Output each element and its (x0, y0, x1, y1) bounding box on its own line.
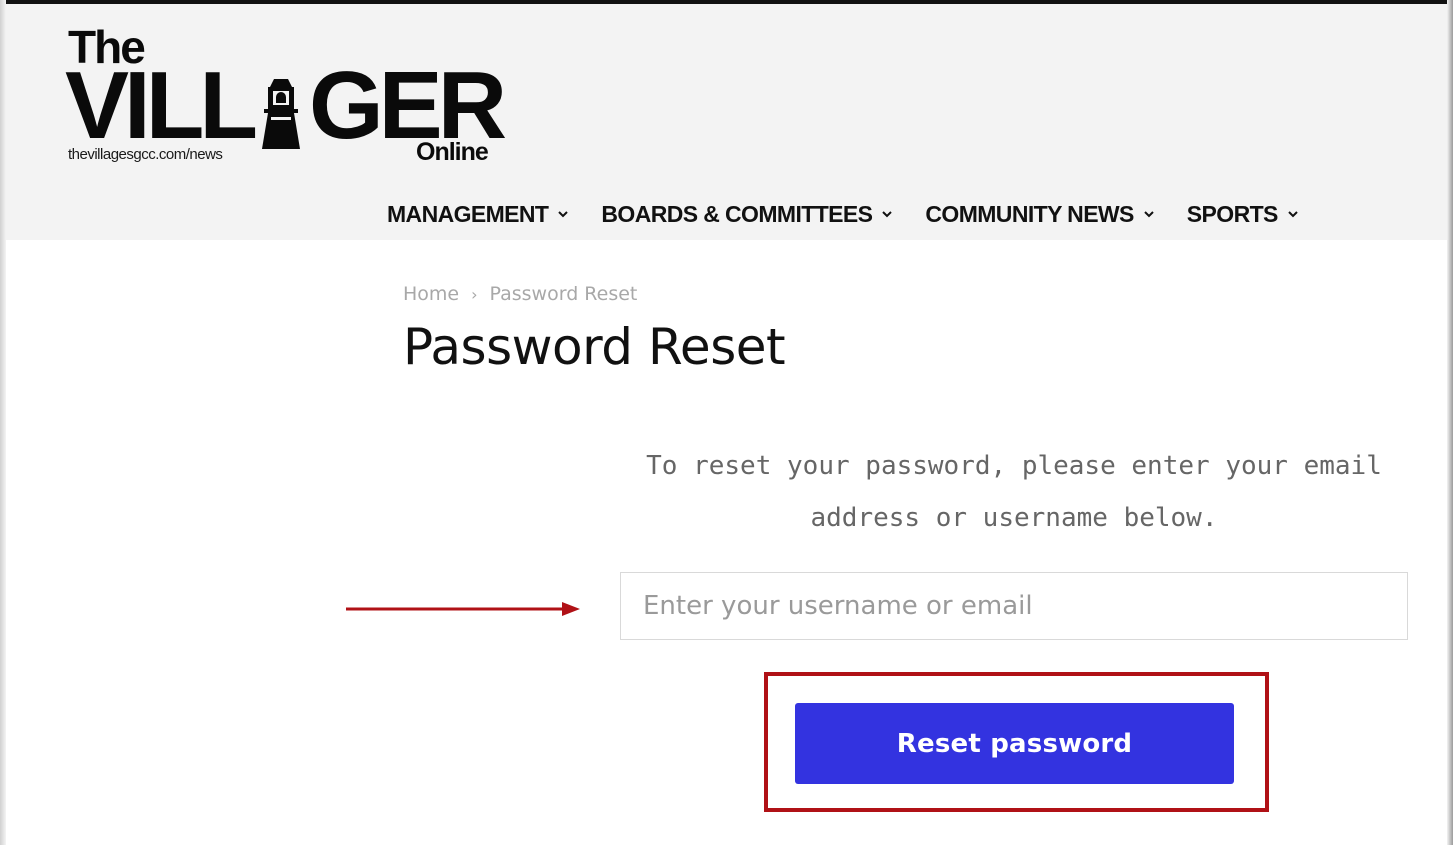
breadcrumb-separator: › (471, 284, 478, 304)
chevron-down-icon (882, 211, 893, 218)
nav-item-management[interactable]: MANAGEMENT (387, 201, 569, 228)
reset-instructions: To reset your password, please enter you… (620, 440, 1408, 544)
page-title: Password Reset (403, 318, 786, 376)
instructions-line-2: address or username below. (810, 503, 1218, 533)
chevron-down-icon (558, 211, 569, 218)
reset-password-button[interactable]: Reset password (795, 703, 1234, 784)
chevron-down-icon (1144, 211, 1154, 218)
username-email-input[interactable] (620, 572, 1408, 640)
site-logo[interactable]: The VILL GER thevillagesgcc.com/news Onl… (65, 24, 508, 166)
instructions-line-1: To reset your password, please enter you… (646, 451, 1382, 481)
logo-url-text: thevillagesgcc.com/news (68, 146, 223, 163)
nav-item-label: COMMUNITY NEWS (925, 200, 1134, 227)
nav-item-label: MANAGEMENT (387, 200, 549, 227)
site-header: The VILL GER thevillagesgcc.com/news Onl… (6, 4, 1447, 240)
breadcrumb-current: Password Reset (489, 283, 638, 305)
breadcrumb-home-link[interactable]: Home (403, 283, 459, 305)
nav-item-label: BOARDS & COMMITTEES (601, 200, 873, 227)
chevron-down-icon (1288, 211, 1298, 218)
logo-wordmark-left: VILL (65, 52, 258, 159)
breadcrumb: Home › Password Reset (403, 283, 637, 305)
nav-item-boards-committees[interactable]: BOARDS & COMMITTEES (601, 201, 893, 228)
nav-item-label: SPORTS (1186, 200, 1279, 227)
window-right-edge (1447, 0, 1453, 845)
lighthouse-icon (254, 69, 308, 149)
logo-online-text: Online (416, 138, 489, 166)
arrow-right-icon (346, 602, 580, 616)
main-nav: MANAGEMENT BOARDS & COMMITTEES COMMUNITY… (387, 196, 1299, 232)
nav-item-sports[interactable]: SPORTS (1187, 201, 1299, 228)
nav-item-community-news[interactable]: COMMUNITY NEWS (925, 201, 1154, 228)
